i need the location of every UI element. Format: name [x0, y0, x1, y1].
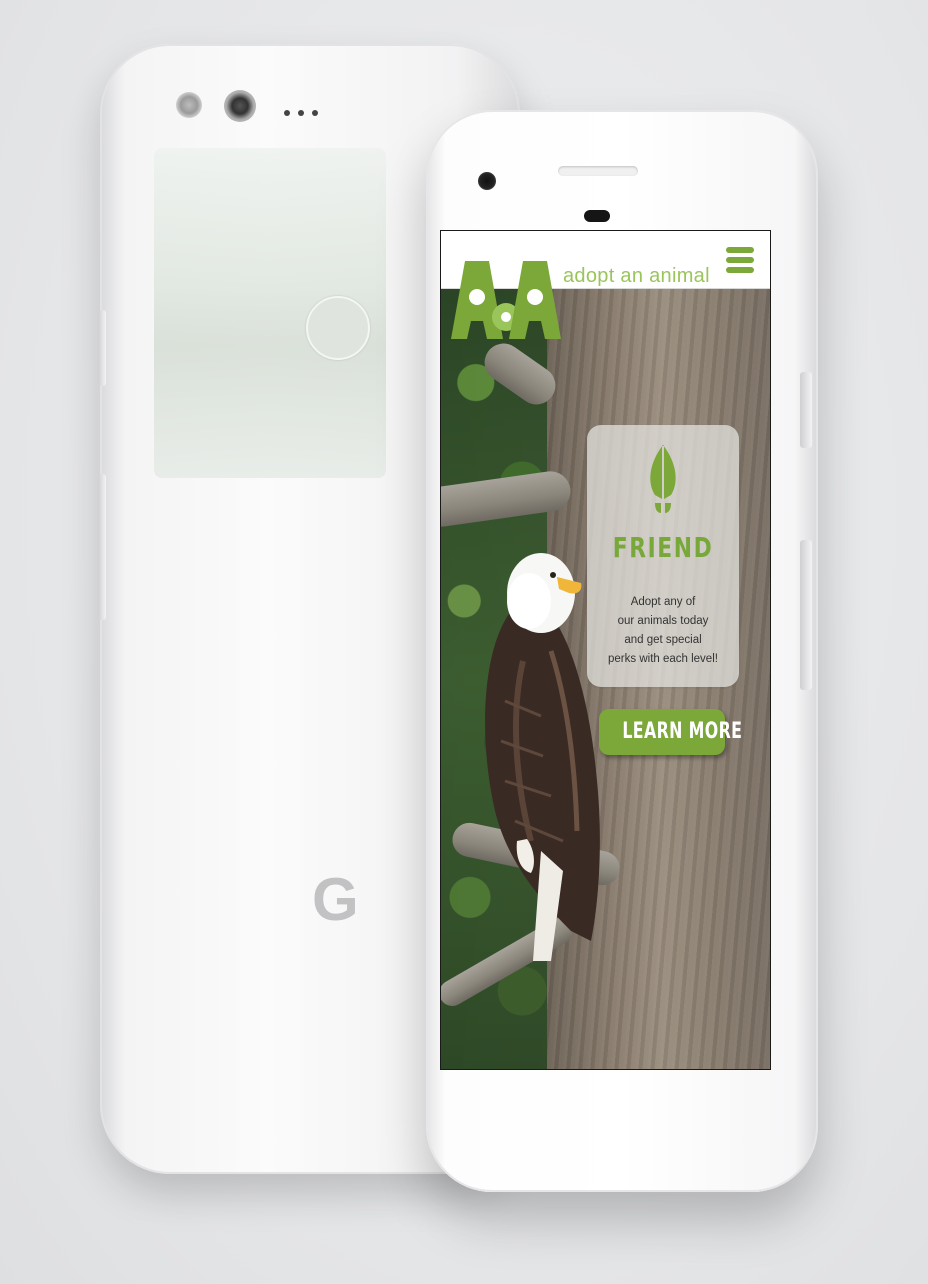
front-phone: FRIEND Adopt any of our animals today an… [426, 110, 818, 1192]
learn-more-label: LEARN MORE [622, 719, 743, 744]
description-line: Adopt any of [630, 596, 696, 608]
google-logo: G [312, 866, 359, 933]
front-camera-icon [478, 172, 496, 190]
proximity-sensor [584, 210, 610, 222]
learn-more-button[interactable]: LEARN MORE [599, 709, 742, 755]
volume-button [800, 540, 812, 690]
fingerprint-sensor-icon [306, 296, 370, 360]
level-title: FRIEND [612, 531, 714, 564]
leaf-icon [650, 445, 676, 513]
level-description: Adopt any of our animals today and get s… [597, 593, 729, 669]
rear-camera-icon [224, 90, 256, 122]
device-mockup-stage: G FRIEND Adopt any of our animals today … [0, 0, 928, 1284]
hamburger-menu-icon[interactable] [726, 247, 754, 273]
power-button [800, 372, 812, 448]
earpiece-speaker [558, 166, 638, 176]
flash-icon [176, 92, 202, 118]
hero-image: FRIEND Adopt any of our animals today an… [441, 289, 770, 1069]
description-line: and get special [624, 634, 702, 646]
mic-dots [284, 110, 318, 116]
membership-level-card: FRIEND Adopt any of our animals today an… [587, 425, 739, 687]
aoa-logo[interactable] [449, 259, 563, 341]
description-line: perks with each level! [608, 653, 718, 665]
brand-name[interactable]: adopt an animal [563, 265, 710, 288]
phone-screen: FRIEND Adopt any of our animals today an… [440, 230, 771, 1070]
back-side-button [98, 310, 106, 386]
description-line: our animals today [617, 615, 709, 627]
back-volume-button [98, 474, 106, 620]
